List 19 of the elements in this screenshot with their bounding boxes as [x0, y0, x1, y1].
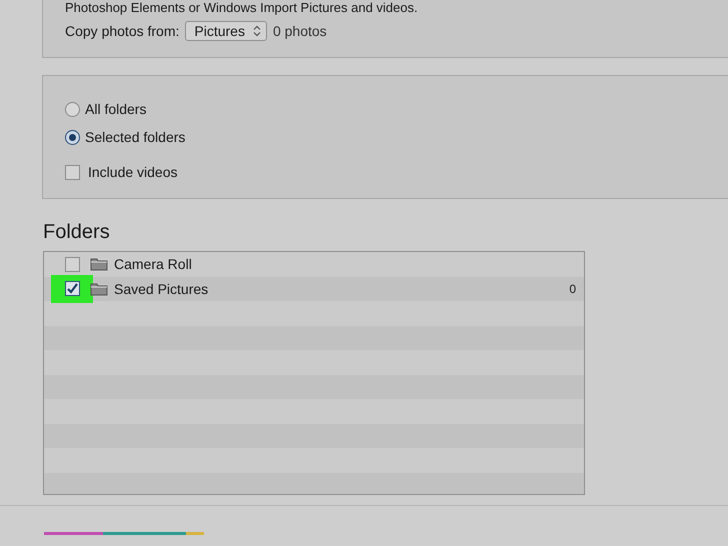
- source-dropdown[interactable]: Pictures: [185, 21, 267, 41]
- folders-heading: Folders: [43, 221, 111, 245]
- checkbox[interactable]: [64, 281, 80, 296]
- folder-icon: [90, 257, 108, 272]
- copy-from-label: Copy photos from:: [65, 23, 180, 39]
- photo-count: 0: [569, 282, 576, 296]
- folder-icon: [90, 282, 108, 296]
- folder-name: Saved Pictures: [114, 280, 208, 297]
- radio-button[interactable]: [65, 130, 80, 144]
- radio-button[interactable]: [65, 102, 80, 116]
- radio-label: Selected folders: [85, 129, 186, 145]
- folder-name: Camera Roll: [114, 256, 192, 272]
- photo-count: 0 photos: [272, 23, 327, 39]
- radio-label: All folders: [85, 101, 146, 117]
- up-down-caret-icon: [252, 25, 261, 37]
- checkbox-label: Include videos: [88, 164, 178, 180]
- intro-text: Photoshop Elements or Windows Import Pictures and videos.: [65, 0, 419, 15]
- checkbox[interactable]: [65, 164, 80, 180]
- checkbox[interactable]: [64, 256, 80, 272]
